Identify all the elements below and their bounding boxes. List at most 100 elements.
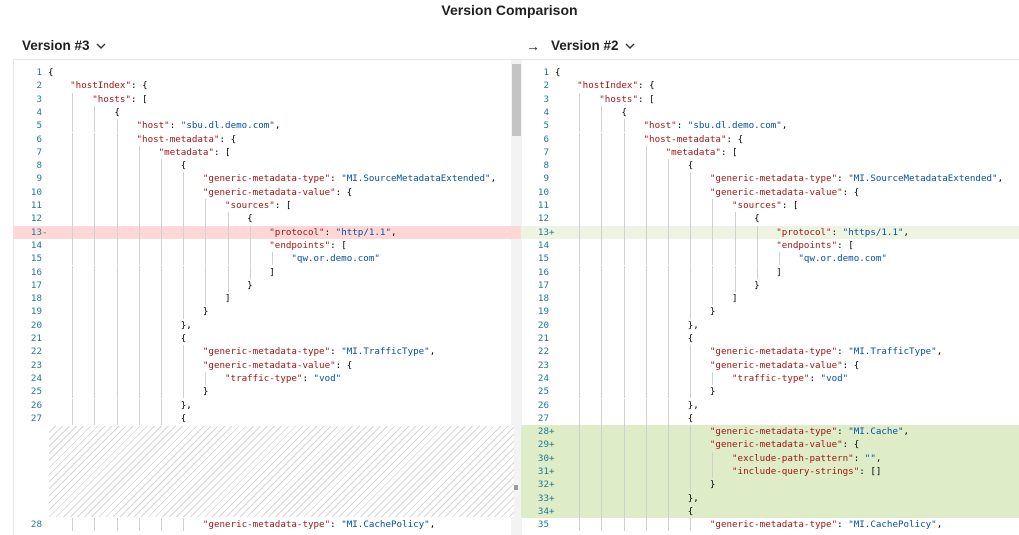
code-line[interactable]: 24 "traffic-type": "vod" xyxy=(14,372,522,385)
code-line[interactable]: 26 }, xyxy=(521,399,1019,412)
code-line-added[interactable]: 30 + "exclude-path-pattern": "", xyxy=(521,451,1019,465)
code-line[interactable]: 22 "generic-metadata-type": "MI.TrafficT… xyxy=(521,345,1019,358)
indent-guide xyxy=(668,225,669,239)
code-line[interactable]: 15 "qw.or.demo.com" xyxy=(521,252,1019,265)
code-line[interactable]: 18 ] xyxy=(521,292,1019,305)
indent-guide xyxy=(601,145,603,160)
code-line[interactable]: 28 "generic-metadata-type": "MI.CachePol… xyxy=(14,518,522,531)
code-line[interactable]: 1{ xyxy=(521,66,1019,79)
left-editor-pane[interactable]: 1{2 "hostIndex": {3 "hosts": [4 {5 "host… xyxy=(13,59,522,535)
code-line[interactable]: 9 "generic-metadata-type": "MI.SourceMet… xyxy=(14,172,522,185)
code-line[interactable]: 10 "generic-metadata-value": { xyxy=(14,186,522,199)
indent-guide xyxy=(138,199,140,213)
indent-guide xyxy=(94,318,96,332)
indent-guide xyxy=(601,371,603,386)
indent-guide xyxy=(690,425,692,439)
code-line-added[interactable]: 29 + "generic-metadata-value": { xyxy=(521,438,1019,452)
code-line[interactable]: 25 } xyxy=(521,385,1019,398)
code-line[interactable]: 18 ] xyxy=(14,292,522,305)
json-string: "http/1.1" xyxy=(335,226,391,238)
code-line[interactable]: 20 }, xyxy=(14,319,522,332)
code-line[interactable]: 5 "host": "sbu.dl.demo.com", xyxy=(14,119,522,132)
code-line[interactable]: 14 "endpoints": [ xyxy=(521,239,1019,252)
json-key: "hosts" xyxy=(92,93,131,105)
code-line[interactable]: 16 ] xyxy=(14,266,522,279)
code-line[interactable]: 7 "metadata": [ xyxy=(521,146,1019,159)
right-version-selector[interactable]: Version #2 xyxy=(551,38,635,53)
code-line[interactable]: 4 { xyxy=(14,106,522,119)
indent-guide xyxy=(623,172,625,186)
code-line[interactable]: 2 "hostIndex": { xyxy=(14,79,522,92)
code-line[interactable]: 20 }, xyxy=(521,319,1019,332)
code-line[interactable]: 21 { xyxy=(14,332,522,345)
line-number: 15 xyxy=(30,253,42,265)
code-line[interactable]: 16 ] xyxy=(521,266,1019,279)
code-line[interactable]: 27 { xyxy=(521,412,1019,425)
code-line[interactable]: 27 { xyxy=(14,412,522,425)
code-line[interactable]: 7 "metadata": [ xyxy=(14,146,522,159)
code-line[interactable]: 19 } xyxy=(521,305,1019,318)
code-line[interactable]: 6 "host-metadata": { xyxy=(14,133,522,146)
code-line[interactable]: 3 "hosts": [ xyxy=(14,93,522,106)
line-number: 9 xyxy=(36,173,42,185)
json-token: , xyxy=(274,120,281,132)
code-line[interactable]: 9 "generic-metadata-type": "MI.SourceMet… xyxy=(521,172,1019,185)
indent-guide xyxy=(161,265,162,279)
code-line-added[interactable]: 28 + "generic-metadata-type": "MI.Cache", xyxy=(521,425,1019,439)
code-line[interactable]: 11 "sources": [ xyxy=(14,199,522,212)
code-line[interactable]: 25 } xyxy=(14,385,522,398)
code-line[interactable]: 23 "generic-metadata-value": { xyxy=(14,359,522,372)
indent-guide xyxy=(183,278,185,293)
code-line[interactable]: 24 "traffic-type": "vod" xyxy=(521,372,1019,385)
code-line-added[interactable]: 33 + }, xyxy=(521,491,1019,505)
code-line[interactable]: 22 "generic-metadata-type": "MI.TrafficT… xyxy=(14,345,522,358)
code-line[interactable]: 3 "hosts": [ xyxy=(521,93,1019,106)
code-line-added[interactable]: 32 + } xyxy=(521,478,1019,492)
code-line[interactable]: 2 "hostIndex": { xyxy=(521,79,1019,92)
code-line[interactable]: 17 } xyxy=(521,279,1019,292)
indent-guide xyxy=(72,332,74,346)
json-token: } xyxy=(709,386,716,398)
code-line[interactable]: 6 "host-metadata": { xyxy=(521,133,1019,146)
json-token: { xyxy=(687,160,694,172)
indent-guide xyxy=(72,132,74,146)
code-line[interactable]: 10 "generic-metadata-value": { xyxy=(521,186,1019,199)
code-line-removed[interactable]: 13- "protocol": "http/1.1", xyxy=(14,225,522,239)
code-line[interactable]: 26 }, xyxy=(14,399,522,412)
code-line[interactable]: 17 } xyxy=(14,279,522,292)
indent-guide xyxy=(756,225,758,239)
json-token: : xyxy=(169,120,181,132)
code-line[interactable]: 1{ xyxy=(14,66,522,79)
json-token: : { xyxy=(842,186,860,198)
code-line[interactable]: 12 { xyxy=(14,212,522,225)
json-token: , xyxy=(997,173,1004,185)
code-text: "protocol": "https/1.1", xyxy=(555,226,909,239)
code-line-added[interactable]: 13 + "protocol": "https/1.1", xyxy=(521,225,1019,239)
left-version-selector[interactable]: Version #3 xyxy=(22,38,106,53)
indent-guide xyxy=(116,385,118,399)
code-line[interactable]: 4 { xyxy=(521,106,1019,119)
indent-guide xyxy=(183,518,185,532)
code-line[interactable]: 12 { xyxy=(521,212,1019,225)
code-line[interactable]: 35 "generic-metadata-type": "MI.CachePol… xyxy=(521,518,1019,531)
code-line[interactable]: 23 "generic-metadata-value": { xyxy=(521,359,1019,372)
code-line[interactable]: 8 { xyxy=(14,159,522,172)
indent-guide xyxy=(205,278,207,293)
right-editor-pane[interactable]: 1{2 "hostIndex": {3 "hosts": [4 {5 "host… xyxy=(521,59,1019,535)
indent-guide xyxy=(668,212,669,226)
code-line-added[interactable]: 31 + "include-query-strings": [] xyxy=(521,465,1019,479)
code-line[interactable]: 8 { xyxy=(521,159,1019,172)
code-line[interactable]: 11 "sources": [ xyxy=(521,199,1019,212)
code-text: "generic-metadata-type": "MI.CachePolicy… xyxy=(555,518,942,531)
code-line[interactable]: 19 } xyxy=(14,305,522,318)
code-line[interactable]: 14 "endpoints": [ xyxy=(14,239,522,252)
code-line-added[interactable]: 34 + { xyxy=(521,504,1019,519)
code-line[interactable]: 21 { xyxy=(521,332,1019,345)
code-line[interactable]: 15 "qw.or.demo.com" xyxy=(14,252,522,265)
line-number: 21 xyxy=(537,333,549,344)
code-text: { xyxy=(555,212,760,225)
indent-guide xyxy=(712,199,714,213)
code-line[interactable]: 5 "host": "sbu.dl.demo.com", xyxy=(521,119,1019,132)
line-number: 5 xyxy=(36,120,42,132)
